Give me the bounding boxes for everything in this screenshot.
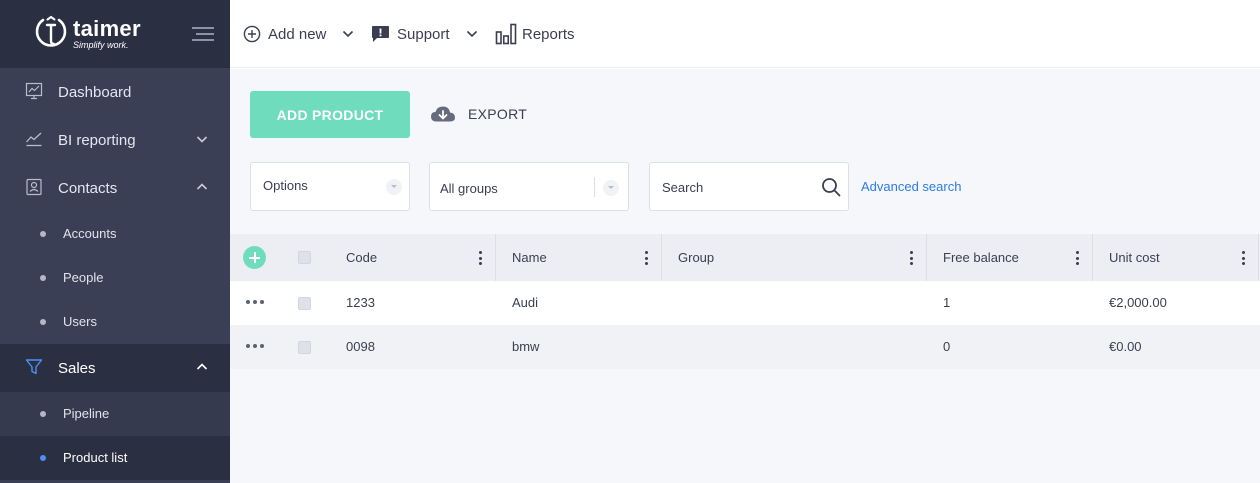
bullet-icon	[40, 455, 46, 461]
menu-toggle-icon[interactable]	[190, 24, 214, 44]
column-header-name[interactable]: Name	[496, 234, 662, 281]
bullet-icon	[40, 231, 46, 237]
sidebar-item-bi-reporting[interactable]: BI reporting	[0, 116, 230, 164]
table-header: Code Name Group Free balance Unit cost	[230, 234, 1260, 281]
column-menu-icon[interactable]	[1242, 251, 1246, 265]
column-menu-icon[interactable]	[1076, 251, 1080, 265]
sidebar-subitem-label: People	[63, 270, 104, 285]
select-all-checkbox[interactable]	[298, 251, 311, 264]
column-header-free-balance[interactable]: Free balance	[927, 234, 1093, 281]
column-header-label: Group	[678, 250, 715, 265]
column-header-code[interactable]: Code	[330, 234, 496, 281]
sidebar-subitem-accounts[interactable]: Accounts	[0, 212, 230, 256]
main-content: ADD PRODUCT EXPORT Options All groups Ad…	[230, 69, 1260, 483]
bullet-icon	[40, 319, 46, 325]
bullet-icon	[40, 275, 46, 281]
cell-free-balance: 0	[943, 339, 951, 354]
chevron-up-icon	[196, 183, 208, 190]
column-menu-icon[interactable]	[910, 251, 914, 265]
support-label: Support	[397, 25, 450, 43]
column-header-label: Name	[512, 250, 547, 265]
column-header-label: Unit cost	[1109, 250, 1160, 265]
plus-circle-icon	[243, 25, 261, 43]
table-row[interactable]: 0098 bmw 0 €0.00	[230, 325, 1260, 369]
select-divider	[594, 177, 595, 197]
row-actions-icon[interactable]	[246, 344, 264, 348]
search-box	[649, 162, 849, 211]
export-label: EXPORT	[468, 106, 528, 122]
chevron-down-icon[interactable]	[466, 30, 478, 38]
search-icon[interactable]	[821, 177, 841, 197]
table-row[interactable]: 1233 Audi 1 €2,000.00	[230, 281, 1260, 325]
cell-name: Audi	[512, 295, 539, 310]
logo-bar: taimer Simplify work.	[0, 0, 230, 68]
chevron-down-icon	[386, 179, 402, 195]
sidebar-subitem-people[interactable]: People	[0, 256, 230, 300]
search-input[interactable]	[662, 180, 812, 195]
sidebar-subitem-label: Users	[63, 314, 97, 329]
groups-select-value: All groups	[440, 181, 498, 196]
chevron-down-icon	[603, 180, 619, 196]
sidebar-subitem-users[interactable]: Users	[0, 300, 230, 344]
row-actions-icon[interactable]	[246, 300, 264, 304]
support-chat-icon	[372, 26, 389, 42]
add-new-label: Add new	[268, 25, 327, 43]
chevron-up-icon	[196, 363, 208, 370]
sidebar-subitem-label: Pipeline	[63, 406, 110, 421]
chevron-down-icon[interactable]	[342, 30, 354, 38]
sidebar-item-dashboard[interactable]: Dashboard	[0, 68, 230, 116]
contacts-icon	[26, 178, 42, 196]
sidebar-item-contacts[interactable]: Contacts	[0, 164, 230, 212]
advanced-search-link[interactable]: Advanced search	[861, 179, 961, 194]
cell-free-balance: 1	[943, 295, 951, 310]
add-product-button[interactable]: ADD PRODUCT	[250, 91, 410, 138]
cell-unit-cost: €2,000.00	[1109, 295, 1167, 310]
reports-link[interactable]: Reports	[495, 22, 575, 46]
column-header-label: Free balance	[943, 250, 1019, 265]
bar-chart-icon	[495, 23, 517, 45]
brand-name: taimer	[73, 16, 141, 41]
groups-select[interactable]: All groups	[429, 162, 629, 211]
column-header-label: Code	[346, 250, 378, 265]
column-header-unit-cost[interactable]: Unit cost	[1093, 234, 1259, 281]
chart-line-icon	[26, 132, 42, 147]
sidebar-subitem-label: Product list	[63, 450, 128, 465]
options-select[interactable]: Options	[250, 162, 410, 211]
cell-code: 1233	[346, 295, 375, 310]
sidebar-item-label: Sales	[58, 359, 96, 377]
options-select-value: Options	[263, 178, 308, 193]
column-menu-icon[interactable]	[645, 251, 649, 265]
support-menu[interactable]: Support	[371, 22, 478, 46]
sidebar-subitem-label: Accounts	[63, 226, 117, 241]
funnel-icon	[25, 359, 43, 375]
product-table: Code Name Group Free balance Unit cost 1…	[230, 234, 1260, 369]
row-checkbox[interactable]	[298, 341, 311, 354]
bullet-icon	[40, 411, 46, 417]
sidebar: taimer Simplify work. Dashboard BI repor…	[0, 0, 230, 483]
dashboard-icon	[25, 82, 43, 100]
sidebar-item-sales[interactable]: Sales	[0, 344, 230, 392]
cell-unit-cost: €0.00	[1109, 339, 1142, 354]
brand-logo[interactable]: taimer Simplify work.	[33, 14, 141, 54]
cloud-download-icon	[431, 106, 455, 122]
add-row-icon[interactable]	[243, 246, 266, 269]
top-bar: Add new Support Reports	[230, 0, 1260, 68]
sidebar-item-label: BI reporting	[58, 131, 136, 149]
sidebar-subitem-product-list[interactable]: Product list	[0, 436, 230, 480]
taimer-logo-icon	[35, 15, 67, 47]
column-menu-icon[interactable]	[479, 251, 483, 265]
cell-code: 0098	[346, 339, 375, 354]
chevron-down-icon	[196, 136, 208, 143]
cell-name: bmw	[512, 339, 540, 354]
export-button[interactable]: EXPORT	[430, 102, 527, 126]
brand-tagline: Simplify work.	[73, 40, 129, 50]
sidebar-subitem-pipeline[interactable]: Pipeline	[0, 392, 230, 436]
column-header-group[interactable]: Group	[662, 234, 927, 281]
sidebar-item-label: Dashboard	[58, 83, 132, 101]
add-new-menu[interactable]: Add new	[243, 22, 354, 46]
reports-label: Reports	[522, 25, 575, 43]
row-checkbox[interactable]	[298, 297, 311, 310]
sidebar-item-label: Contacts	[58, 179, 118, 197]
